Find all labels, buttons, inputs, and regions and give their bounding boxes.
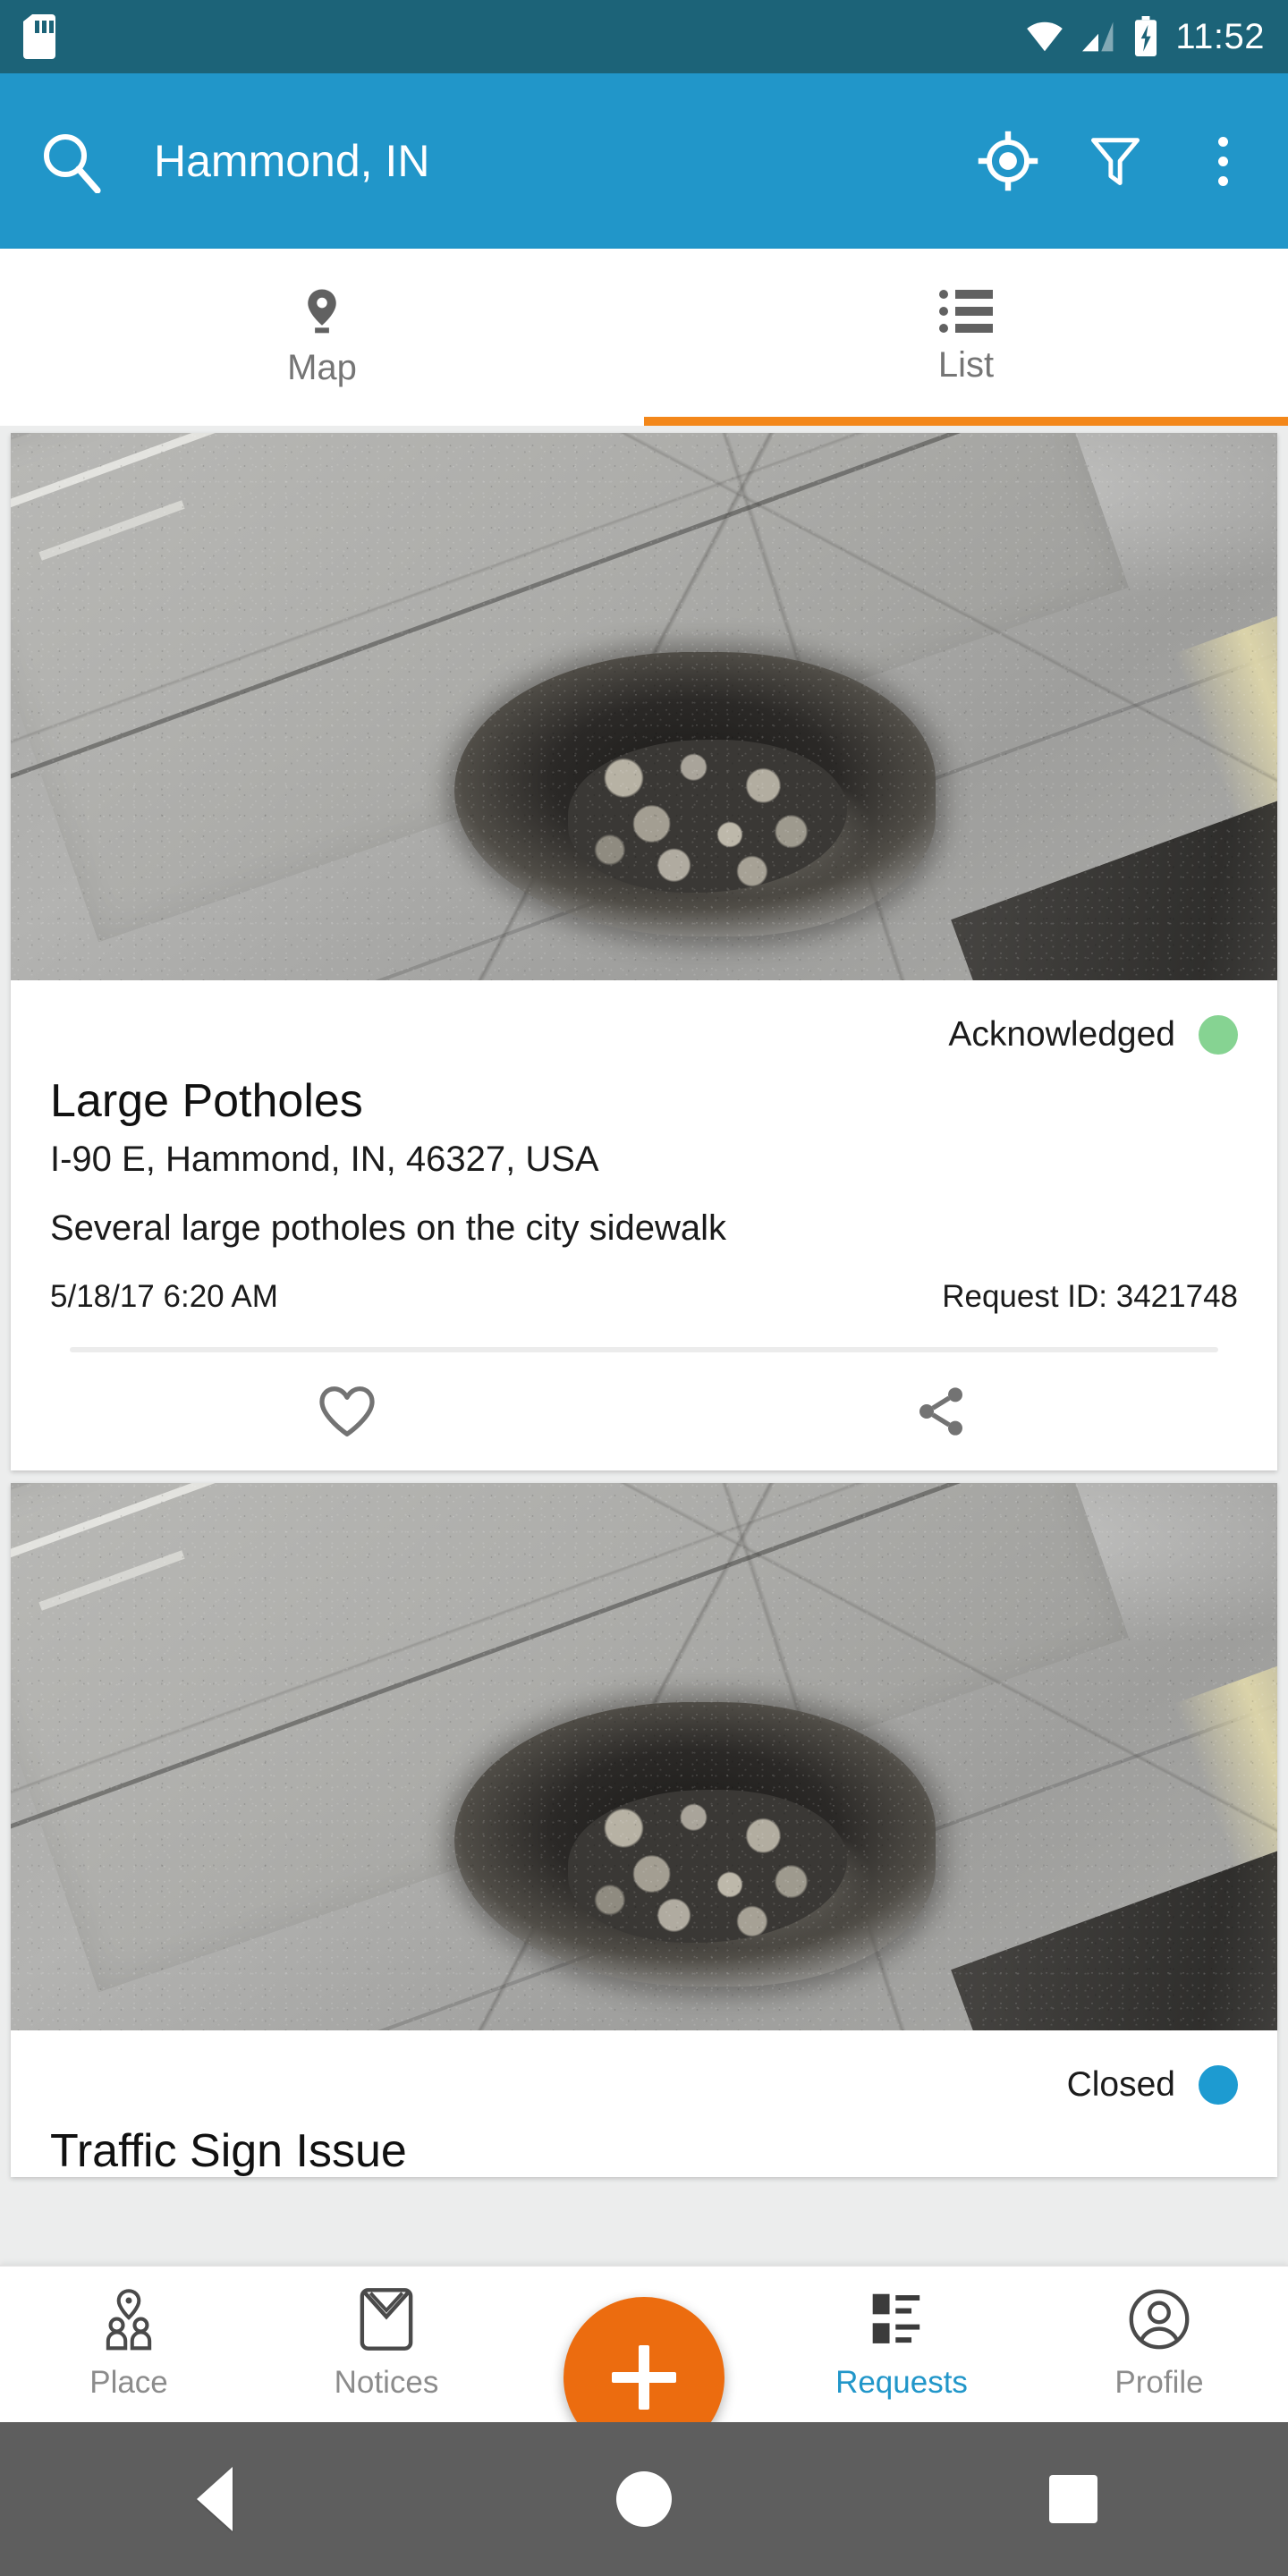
status-bar: 11:52 (0, 0, 1288, 73)
place-people-icon (97, 2286, 160, 2352)
app-bar: Hammond, IN (0, 73, 1288, 249)
recents-button[interactable] (859, 2475, 1288, 2523)
tab-map-label: Map (287, 347, 357, 387)
requests-list[interactable]: Acknowledged Large Potholes I-90 E, Hamm… (0, 426, 1288, 2218)
tab-list-label: List (937, 344, 995, 385)
home-button[interactable] (429, 2471, 859, 2527)
request-card-body: Acknowledged Large Potholes I-90 E, Hamm… (11, 980, 1277, 1470)
profile-icon (1128, 2286, 1191, 2352)
search-icon[interactable] (32, 123, 109, 199)
back-button[interactable] (0, 2467, 429, 2531)
card-actions (50, 1352, 1238, 1470)
cellular-signal-icon (1080, 21, 1116, 53)
request-address: I-90 E, Hammond, IN, 46327, USA (50, 1140, 599, 1180)
favorite-icon[interactable] (50, 1352, 644, 1470)
nav-label-requests: Requests (835, 2365, 968, 2400)
pothole-photo (11, 1483, 1277, 2031)
request-date: 5/18/17 6:20 AM (50, 1279, 278, 1315)
nav-item-place[interactable]: Place (0, 2267, 258, 2401)
filter-icon[interactable] (1082, 128, 1148, 194)
pothole-photo (11, 433, 1277, 980)
tab-map[interactable]: Map (0, 249, 644, 426)
status-badge: Acknowledged (50, 1000, 1238, 1070)
tab-list[interactable]: List (644, 249, 1288, 426)
request-meta: 5/18/17 6:20 AM Request ID: 3421748 (50, 1279, 1238, 1315)
tab-active-indicator (644, 417, 1288, 426)
nav-label-profile: Profile (1114, 2365, 1204, 2400)
request-card-body: Closed Traffic Sign Issue (11, 2030, 1277, 2177)
overflow-menu-icon[interactable] (1190, 128, 1256, 194)
request-id: Request ID: 3421748 (942, 1279, 1238, 1315)
map-pin-icon (303, 287, 341, 335)
wifi-icon (1025, 21, 1064, 53)
status-label: Closed (1066, 2065, 1175, 2105)
system-navigation-bar (0, 2422, 1288, 2576)
view-tabs: Map List (0, 249, 1288, 426)
request-card[interactable]: Closed Traffic Sign Issue (11, 1483, 1277, 2178)
status-bar-right: 11:52 (1025, 16, 1265, 57)
status-badge: Closed (50, 2050, 1238, 2120)
app-bar-actions (975, 128, 1256, 194)
page-title: Hammond, IN (154, 136, 430, 186)
request-card[interactable]: Acknowledged Large Potholes I-90 E, Hamm… (11, 433, 1277, 1471)
nav-item-requests[interactable]: Requests (773, 2267, 1030, 2401)
nav-item-profile[interactable]: Profile (1030, 2267, 1288, 2401)
request-title: Traffic Sign Issue (50, 2125, 407, 2178)
request-description: Several large potholes on the city sidew… (50, 1208, 726, 1249)
status-label: Acknowledged (948, 1015, 1175, 1054)
nav-label-notices: Notices (334, 2365, 439, 2400)
sd-card-icon (23, 14, 55, 59)
envelope-icon (359, 2286, 414, 2352)
my-location-icon[interactable] (975, 128, 1041, 194)
requests-list-icon (870, 2286, 933, 2352)
nav-item-notices[interactable]: Notices (258, 2267, 515, 2401)
status-dot (1199, 2065, 1238, 2106)
request-title: Large Potholes (50, 1075, 363, 1127)
list-icon (939, 289, 993, 333)
battery-charging-icon (1132, 16, 1159, 57)
nav-label-place: Place (89, 2365, 168, 2400)
share-icon[interactable] (644, 1352, 1238, 1470)
status-bar-left (23, 14, 55, 59)
status-bar-clock: 11:52 (1175, 17, 1265, 56)
status-dot (1199, 1015, 1238, 1055)
